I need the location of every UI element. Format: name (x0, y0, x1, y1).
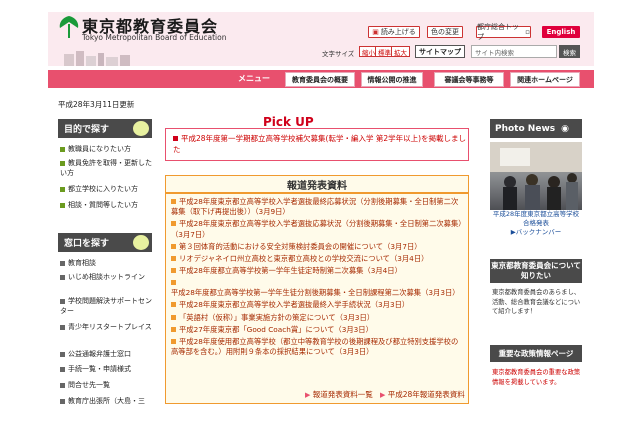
nav-item-related-links[interactable]: 関連ホームページ (510, 72, 580, 87)
english-button[interactable]: English (542, 26, 580, 38)
press-title: 報道発表資料 (287, 181, 347, 192)
press-item[interactable]: 平成28年度東京都立高等学校入学者選抜応募状況（分割後期募集・全日制第二次募集）… (171, 219, 465, 240)
sitemap-button[interactable]: サイトマップ (415, 45, 465, 58)
press-item[interactable]: 平成28年度東京都立高等学校入学者選抜最終応募状況（分割後期募集・全日制第二次募… (171, 197, 465, 218)
press-divider (165, 192, 469, 194)
press-links: ▶ 報道発表資料一覧 ▶ 平成28年報道発表資料 (305, 389, 465, 400)
update-date: 平成28年3月11日更新 (58, 100, 135, 109)
policy-text: 東京都教育委員会の重要な政策情報を掲載しています。 (492, 369, 581, 386)
sidebar-item-whistleblower[interactable]: 公益通報弁護士窓口 (60, 350, 152, 360)
arrow-icon: ▶ (379, 391, 386, 399)
photo-news-heading: Photo News ◉ (490, 119, 582, 138)
press-item[interactable]: 「英語村（仮称）」事業実施方針の策定について（3月3日） (171, 313, 465, 323)
press-item[interactable]: リオデジャネイロ州立高校と東京都立高校との学校交流について（3月4日） (171, 254, 465, 264)
press-list-link[interactable]: 報道発表資料一覧 (313, 390, 373, 399)
color-change-button[interactable]: 色の変更 (427, 26, 463, 38)
text-size-label: 文字サイズ (322, 50, 355, 58)
press-item[interactable]: 平成28年度東京都立高等学校入学者選抜最終入学手続状況（3月3日） (171, 300, 465, 310)
sidebar-item-license[interactable]: 教員免許を取得・更新したい方 (60, 159, 152, 178)
sidebar-item-support-center[interactable]: 学校問題解決サポートセンター (60, 297, 152, 316)
sidebar-item-admission[interactable]: 都立学校に入りたい方 (60, 185, 152, 195)
sidebar-item-youth-restart[interactable]: 青少年リスタートプレイス (60, 323, 152, 333)
press-2016-link[interactable]: 平成28年報道発表資料 (388, 390, 465, 399)
text-size-large-button[interactable]: 拡大 (391, 46, 410, 57)
backnumber-link[interactable]: バックナンバー (516, 228, 562, 236)
window-heading: 窓口を探す (58, 233, 152, 252)
press-item[interactable]: 平成28年度都立高等学校第一学年生徒定時制第二次募集（3月4日） (171, 266, 465, 276)
sidebar-item-contacts[interactable]: 問合せ先一覧 (60, 381, 152, 391)
metro-top-button[interactable]: 都庁総合トップ ▫ (476, 23, 531, 41)
photo-news-image[interactable] (490, 142, 582, 210)
crowd-photo (490, 142, 582, 210)
sidebar-item-procedures[interactable]: 手続一覧・申請様式 (60, 365, 152, 375)
nav-item-overview[interactable]: 教育委員会の概要 (285, 72, 355, 87)
camera-icon: ◉ (561, 123, 569, 134)
search-input[interactable]: サイト内検索 (471, 45, 557, 58)
speaker-icon: ▣ (372, 28, 379, 36)
press-item[interactable]: 平成28年度都立高等学校第一学年生徒分割後期募集・全日制課程第二次募集（3月3日… (171, 278, 465, 299)
external-link-icon: ▫ (525, 28, 530, 36)
menu-label: メニュー (238, 74, 270, 83)
photo-caption[interactable]: 平成28年度東京都立高等学校 合格発表 ▶バックナンバー (490, 210, 586, 237)
press-item[interactable]: 平成28年度使用都立高等学校（都立中等教育学校の後期課程及び都立特別支援学校の高… (171, 337, 465, 358)
arrow-icon: ▶ (305, 391, 311, 399)
search-button[interactable]: 検索 (559, 45, 580, 58)
sidebar-item-teacher[interactable]: 教職員になりたい方 (60, 145, 152, 155)
sidebar-item-branch-offices[interactable]: 教育庁出張所（大島・三 (60, 397, 152, 407)
badge-icon (133, 121, 149, 136)
about-text: 東京都教育委員会のあらまし、活動、総合教育会議などについて紹介します！ (492, 289, 581, 315)
sidebar-item-consult[interactable]: 相談・質問等したい方 (60, 201, 152, 211)
read-aloud-button[interactable]: ▣ 読み上げる (368, 26, 420, 38)
nav-item-councils[interactable]: 審議会等事務等 (434, 72, 504, 87)
press-list: 平成28年度東京都立高等学校入学者選抜最終応募状況（分割後期募集・全日制第二次募… (171, 197, 465, 359)
ginkgo-logo-icon[interactable] (58, 14, 80, 40)
about-heading[interactable]: 東京都教育委員会について知りたい (490, 259, 582, 283)
purpose-heading: 目的で探す (58, 119, 152, 138)
pickup-title: Pick UP (263, 115, 314, 129)
badge-icon (133, 235, 149, 250)
site-subtitle: Tokyo Metropolitan Board of Education (82, 33, 227, 42)
press-item[interactable]: 第３回体育的活動における安全対策検討委員会の開催について（3月7日） (171, 242, 465, 252)
policy-heading[interactable]: 重要な政策情報ページ (490, 345, 582, 362)
skyline-illustration (64, 51, 130, 66)
sidebar-item-education-consult[interactable]: 教育相談 (60, 259, 152, 269)
press-item[interactable]: 平成27年度東京都「Good Coach賞」について（3月3日） (171, 325, 465, 335)
sidebar-item-bullying-hotline[interactable]: いじめ相談ホットライン (60, 273, 152, 283)
pickup-item[interactable]: 平成28年度第一学期都立高等学校補欠募集(転学・編入学 第2学年以上)を掲載しま… (173, 133, 467, 155)
nav-item-disclosure[interactable]: 情報公開の推進 (361, 72, 423, 87)
